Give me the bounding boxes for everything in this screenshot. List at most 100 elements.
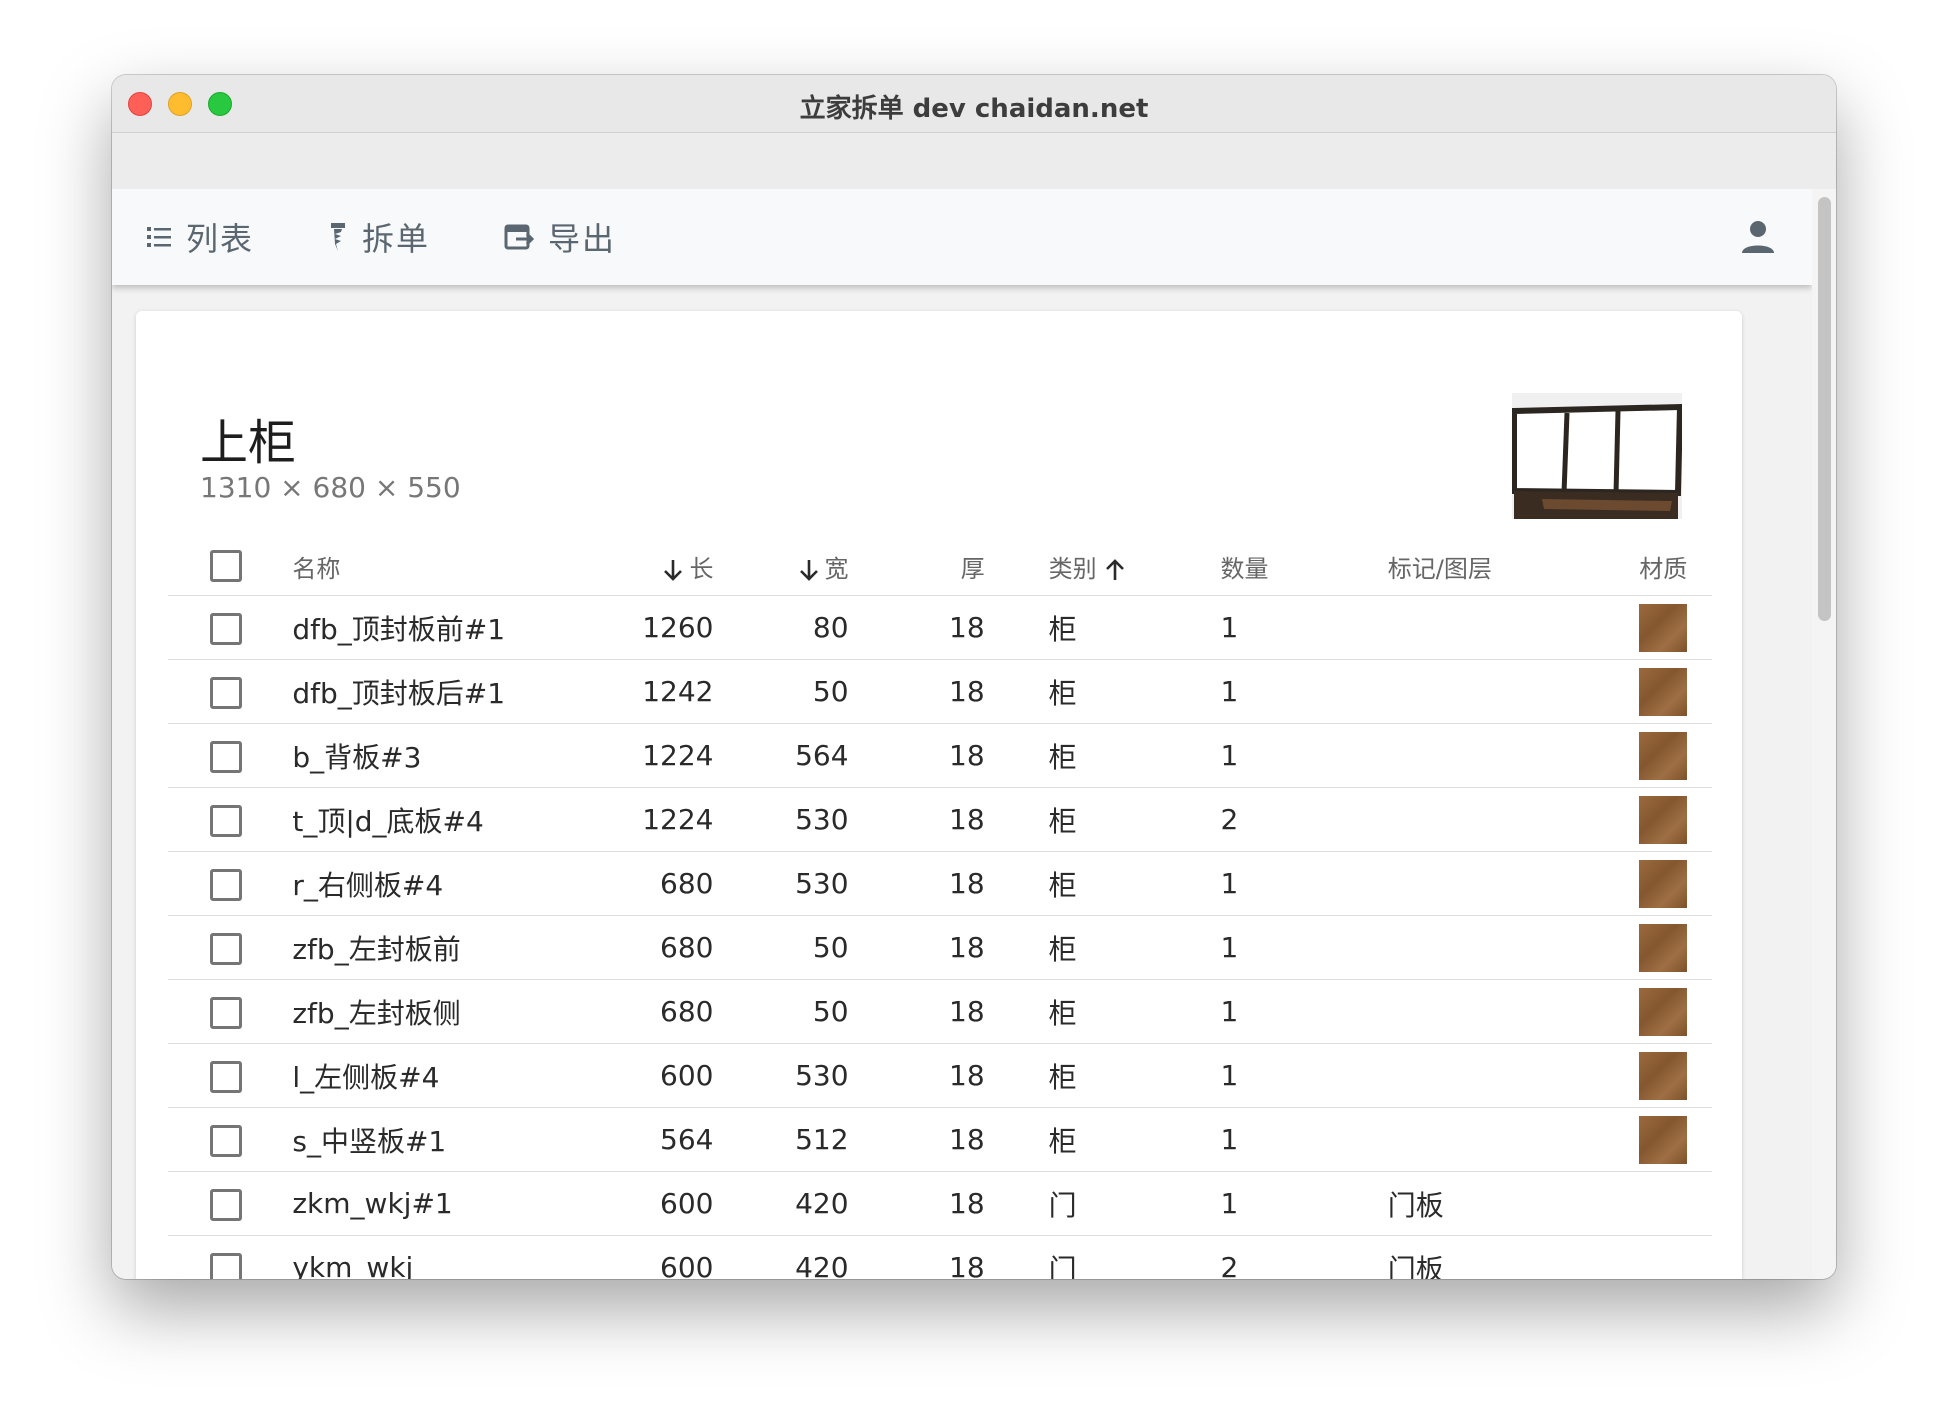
part-tag: [1387, 723, 1640, 788]
table-row[interactable]: zfb_左封板侧 680 50 18 柜 1: [168, 979, 1712, 1044]
part-length: 680: [573, 915, 714, 980]
part-tag: [1387, 595, 1640, 660]
row-select-cell: [168, 915, 285, 980]
table-row[interactable]: t_顶|d_底板#4 1224 530 18 柜 2: [168, 787, 1712, 852]
part-length: 1224: [573, 723, 714, 788]
material-cell: [1639, 851, 1712, 916]
part-quantity: 1: [1220, 595, 1388, 660]
header-tag[interactable]: 标记/图层: [1387, 537, 1640, 596]
table-row[interactable]: r_右侧板#4 680 530 18 柜 1: [168, 851, 1712, 916]
main-content: 列表 拆单 导出 上柜 1310 × 680 × 550 名称 长 宽 厚 类别…: [112, 189, 1812, 1279]
table-row[interactable]: dfb_顶封板前#1 1260 80 18 柜 1: [168, 595, 1712, 660]
part-type: 柜: [984, 1043, 1221, 1108]
part-width: 420: [713, 1171, 849, 1236]
table-row[interactable]: ykm_wkj 600 420 18 门 2 门板: [168, 1235, 1712, 1279]
part-type: 柜: [984, 979, 1221, 1044]
row-select-cell: [168, 595, 285, 660]
part-tag: [1387, 787, 1640, 852]
header-width[interactable]: 宽: [713, 537, 849, 596]
window-title: 立家拆单 dev chaidan.net: [799, 94, 1149, 124]
row-checkbox[interactable]: [210, 1060, 243, 1093]
row-checkbox[interactable]: [210, 612, 243, 645]
select-all-checkbox[interactable]: [210, 550, 243, 582]
row-checkbox[interactable]: [210, 1252, 243, 1279]
part-name: dfb_顶封板前#1: [284, 595, 574, 660]
table-row[interactable]: zkm_wkj#1 600 420 18 门 1 门板: [168, 1171, 1712, 1236]
wood-material-swatch[interactable]: [1639, 859, 1688, 908]
material-cell: [1639, 1171, 1712, 1236]
table-row[interactable]: s_中竖板#1 564 512 18 柜 1: [168, 1107, 1712, 1172]
part-name: r_右侧板#4: [284, 851, 574, 916]
row-checkbox[interactable]: [210, 932, 243, 965]
wood-material-swatch[interactable]: [1639, 667, 1688, 716]
vertical-scrollbar[interactable]: [1812, 189, 1836, 1279]
export-button[interactable]: 导出: [504, 217, 616, 258]
part-thickness: 18: [848, 1107, 985, 1172]
header-type[interactable]: 类别: [984, 537, 1221, 596]
wood-material-swatch[interactable]: [1639, 987, 1688, 1036]
row-checkbox[interactable]: [210, 740, 243, 773]
wood-material-swatch[interactable]: [1639, 923, 1688, 972]
table-row[interactable]: zfb_左封板前 680 50 18 柜 1: [168, 915, 1712, 980]
scrollbar-thumb[interactable]: [1818, 197, 1831, 621]
part-type: 柜: [984, 787, 1221, 852]
row-checkbox[interactable]: [210, 1188, 243, 1221]
part-tag: [1387, 979, 1640, 1044]
part-quantity: 1: [1220, 1107, 1388, 1172]
part-type: 柜: [984, 723, 1221, 788]
part-thickness: 18: [848, 659, 985, 724]
row-checkbox[interactable]: [210, 868, 243, 901]
wood-material-swatch[interactable]: [1639, 1115, 1688, 1164]
wood-material-swatch[interactable]: [1639, 1051, 1688, 1100]
table-row[interactable]: dfb_顶封板后#1 1242 50 18 柜 1: [168, 659, 1712, 724]
row-checkbox[interactable]: [210, 996, 243, 1029]
part-quantity: 1: [1220, 851, 1388, 916]
material-cell: [1639, 787, 1712, 852]
table-row[interactable]: b_背板#3 1224 564 18 柜 1: [168, 723, 1712, 788]
part-length: 564: [573, 1107, 714, 1172]
app-window: 立家拆单 dev chaidan.net 列表 拆单 导出 上柜 1310 × …: [112, 75, 1836, 1279]
header-type-label: 类别: [1048, 554, 1097, 583]
header-width-label: 宽: [824, 554, 849, 583]
part-tag: 门板: [1387, 1235, 1640, 1279]
header-quantity[interactable]: 数量: [1220, 537, 1388, 596]
user-menu-button[interactable]: [1740, 219, 1776, 255]
title-bar: 立家拆单 dev chaidan.net: [112, 75, 1836, 133]
row-checkbox[interactable]: [210, 676, 243, 709]
split-button[interactable]: 拆单: [328, 217, 431, 258]
part-thickness: 18: [848, 595, 985, 660]
part-type: 柜: [984, 1107, 1221, 1172]
app-toolbar: 列表 拆单 导出: [112, 189, 1812, 285]
row-checkbox[interactable]: [210, 804, 243, 837]
part-length: 600: [573, 1171, 714, 1236]
wood-material-swatch[interactable]: [1639, 795, 1688, 844]
part-thickness: 18: [848, 1235, 985, 1279]
table-row[interactable]: l_左侧板#4 600 530 18 柜 1: [168, 1043, 1712, 1108]
wood-material-swatch[interactable]: [1639, 603, 1688, 652]
user-icon: [1742, 221, 1774, 253]
row-select-cell: [168, 1171, 285, 1236]
list-button-label: 列表: [186, 220, 255, 258]
part-quantity: 1: [1220, 979, 1388, 1044]
part-length: 1260: [573, 595, 714, 660]
part-length: 1242: [573, 659, 714, 724]
header-thickness[interactable]: 厚: [848, 537, 985, 596]
header-material[interactable]: 材质: [1639, 537, 1712, 596]
row-select-cell: [168, 787, 285, 852]
toolbar-spacer: [112, 133, 1836, 189]
part-width: 512: [713, 1107, 849, 1172]
part-thickness: 18: [848, 851, 985, 916]
wood-material-swatch[interactable]: [1639, 731, 1688, 780]
cabinet-name: 上柜: [200, 415, 297, 471]
split-button-label: 拆单: [362, 220, 431, 258]
part-tag: [1387, 915, 1640, 980]
row-select-cell: [168, 1043, 285, 1108]
part-type: 柜: [984, 915, 1221, 980]
list-button[interactable]: 列表: [146, 217, 255, 258]
part-quantity: 1: [1220, 1171, 1388, 1236]
row-checkbox[interactable]: [210, 1124, 243, 1157]
header-length[interactable]: 长: [573, 537, 714, 596]
part-name: t_顶|d_底板#4: [284, 787, 574, 852]
part-name: l_左侧板#4: [284, 1043, 574, 1108]
header-name[interactable]: 名称: [284, 537, 574, 596]
